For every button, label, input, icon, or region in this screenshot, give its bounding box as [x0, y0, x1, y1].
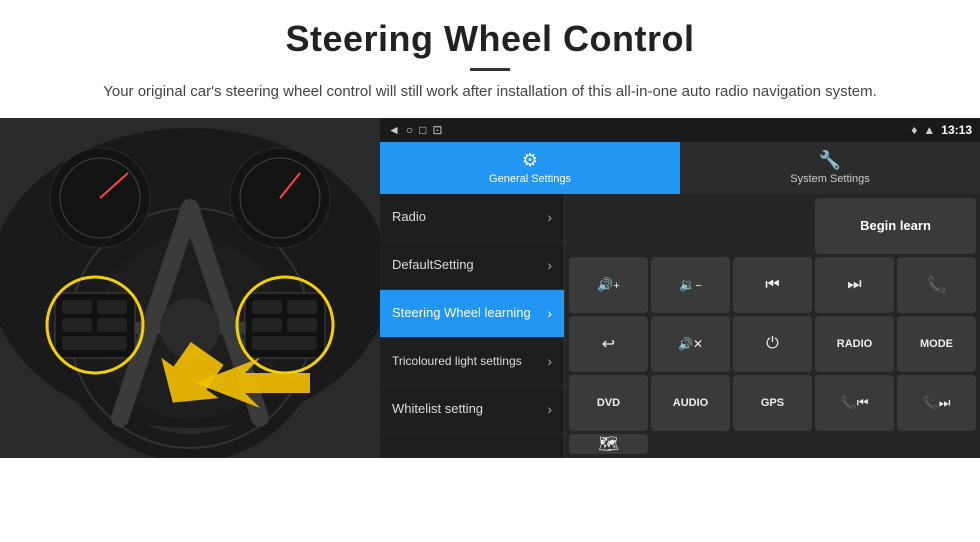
- chevron-icon: ›: [547, 353, 552, 369]
- menu-item-whitelist[interactable]: Whitelist setting ›: [380, 386, 564, 434]
- menu-icon[interactable]: ⊡: [432, 123, 442, 137]
- empty-g5: [897, 434, 976, 454]
- tab-system-label: System Settings: [790, 173, 869, 185]
- main-content: ◄ ○ □ ⊡ ♦ ▲ 13:13 ⚙ General Settings 🔧 S…: [0, 118, 980, 458]
- menu-item-default-setting[interactable]: DefaultSetting ›: [380, 242, 564, 290]
- menu-item-steering-wheel[interactable]: Steering Wheel learning ›: [380, 290, 564, 338]
- tel-next-button[interactable]: 📞⏭: [897, 375, 976, 431]
- recents-icon[interactable]: □: [419, 123, 426, 137]
- prev-track-button[interactable]: ⏮: [733, 257, 812, 313]
- home-icon[interactable]: ○: [406, 123, 413, 137]
- power-icon: ⏻: [766, 335, 779, 353]
- hang-up-button[interactable]: ↩: [569, 316, 648, 372]
- chevron-icon: ›: [547, 209, 552, 225]
- chevron-icon: ›: [547, 257, 552, 273]
- android-panel: ◄ ○ □ ⊡ ♦ ▲ 13:13 ⚙ General Settings 🔧 S…: [380, 118, 980, 458]
- nav-icons: ◄ ○ □ ⊡: [388, 123, 442, 137]
- car-image-area: [0, 118, 380, 458]
- content-area: Radio › DefaultSetting › Steering Wheel …: [380, 194, 980, 458]
- vol-down-button[interactable]: 🔉−: [651, 257, 730, 313]
- empty-g3: [733, 434, 812, 454]
- gps-label: GPS: [761, 397, 784, 409]
- menu-item-radio[interactable]: Radio ›: [380, 194, 564, 242]
- menu-item-radio-label: Radio: [392, 209, 426, 225]
- chevron-icon: ›: [547, 401, 552, 417]
- mute-button[interactable]: 🔊✕: [651, 316, 730, 372]
- tab-general-label: General Settings: [489, 173, 571, 185]
- status-time: 13:13: [941, 123, 972, 137]
- general-settings-icon: ⚙: [522, 150, 538, 171]
- dvd-button[interactable]: DVD: [569, 375, 648, 431]
- phone-answer-button[interactable]: 📞: [897, 257, 976, 313]
- map-button[interactable]: 🗺: [569, 434, 648, 454]
- vol-up-icon: 🔊+: [597, 277, 620, 293]
- dvd-label: DVD: [597, 397, 620, 409]
- menu-item-whitelist-label: Whitelist setting: [392, 401, 483, 417]
- tab-system-settings[interactable]: 🔧 System Settings: [680, 142, 980, 194]
- menu-item-steering-label: Steering Wheel learning: [392, 305, 531, 321]
- tel-prev-icon: 📞⏮: [841, 395, 869, 411]
- location-icon: ♦: [911, 123, 917, 137]
- wifi-icon: ▲: [923, 123, 935, 137]
- audio-label: AUDIO: [673, 397, 708, 409]
- back-icon[interactable]: ◄: [388, 123, 400, 137]
- status-bar: ◄ ○ □ ⊡ ♦ ▲ 13:13: [380, 118, 980, 142]
- empty-g2: [651, 434, 730, 454]
- next-track-button[interactable]: ⏭: [815, 257, 894, 313]
- mode-label: MODE: [920, 338, 953, 350]
- empty-g4: [815, 434, 894, 454]
- phone-icon: 📞: [927, 275, 947, 295]
- chevron-icon: ›: [547, 305, 552, 321]
- title-divider: [470, 68, 510, 71]
- audio-button[interactable]: AUDIO: [651, 375, 730, 431]
- tab-general-settings[interactable]: ⚙ General Settings: [380, 142, 680, 194]
- menu-item-tricoloured[interactable]: Tricoloured light settings ›: [380, 338, 564, 386]
- menu-list: Radio › DefaultSetting › Steering Wheel …: [380, 194, 565, 458]
- vol-up-button[interactable]: 🔊+: [569, 257, 648, 313]
- radio-button[interactable]: RADIO: [815, 316, 894, 372]
- page-header: Steering Wheel Control Your original car…: [0, 0, 980, 118]
- menu-item-default-label: DefaultSetting: [392, 257, 474, 273]
- empty-slot-1: [569, 198, 648, 254]
- mode-button[interactable]: MODE: [897, 316, 976, 372]
- tel-next-icon: 📞⏭: [923, 395, 951, 411]
- system-settings-icon: 🔧: [819, 150, 841, 171]
- empty-slot-3: [733, 198, 812, 254]
- hang-up-icon: ↩: [602, 334, 615, 354]
- map-icon: 🗺: [598, 434, 618, 454]
- prev-track-icon: ⏮: [765, 276, 779, 294]
- gps-button[interactable]: GPS: [733, 375, 812, 431]
- begin-learn-button[interactable]: Begin learn: [815, 198, 976, 254]
- vol-down-icon: 🔉−: [679, 277, 702, 293]
- menu-item-tricoloured-label: Tricoloured light settings: [392, 354, 522, 368]
- radio-label: RADIO: [837, 338, 872, 350]
- power-button[interactable]: ⏻: [733, 316, 812, 372]
- tab-bar: ⚙ General Settings 🔧 System Settings: [380, 142, 980, 194]
- next-track-icon: ⏭: [847, 276, 861, 294]
- page-subtitle: Your original car's steering wheel contr…: [40, 81, 940, 104]
- tel-prev-button[interactable]: 📞⏮: [815, 375, 894, 431]
- button-grid: Begin learn 🔊+ 🔉− ⏮ ⏭ 📞: [565, 194, 980, 458]
- empty-slot-2: [651, 198, 730, 254]
- page-title: Steering Wheel Control: [40, 18, 940, 60]
- mute-icon: 🔊✕: [678, 337, 703, 351]
